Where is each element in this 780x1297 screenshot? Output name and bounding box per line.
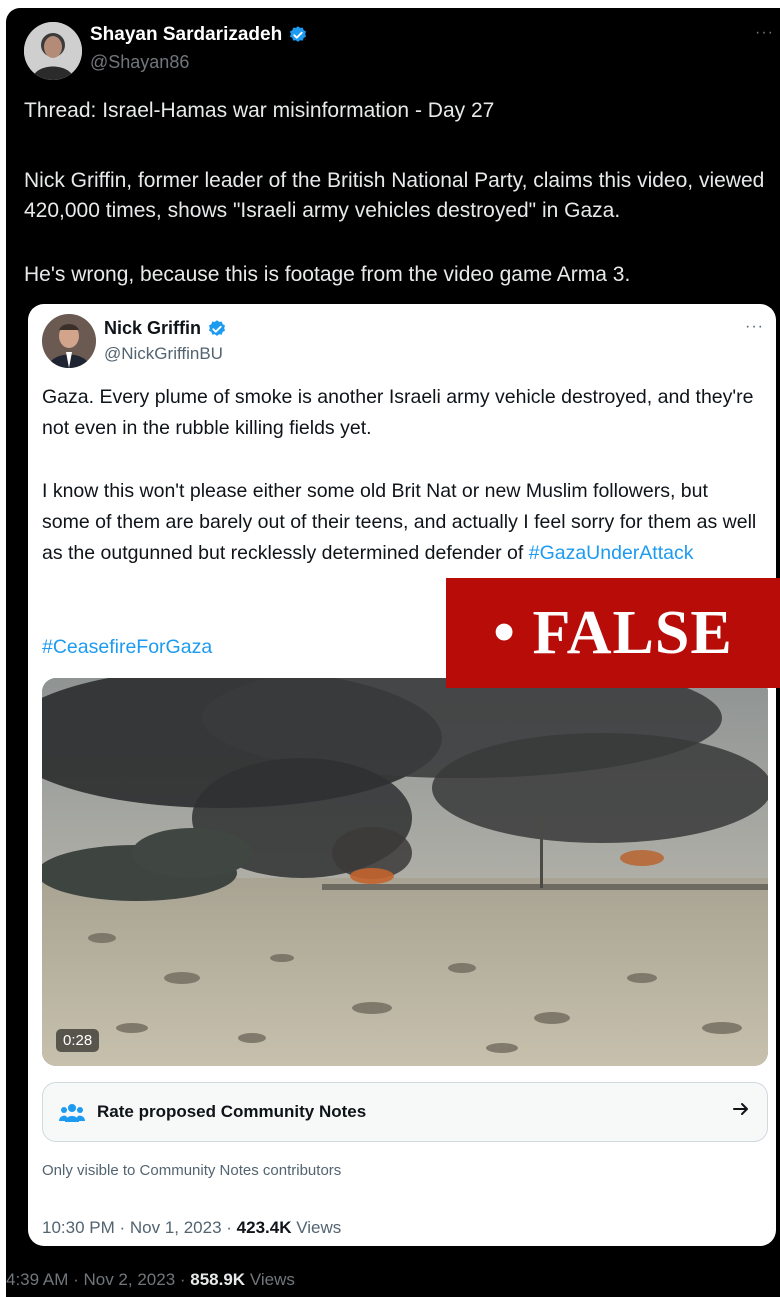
hashtag-link-gaza-under-attack[interactable]: #GazaUnderAttack xyxy=(529,542,694,564)
quoted-text-paragraph-2: I know this won't please either some old… xyxy=(42,480,757,564)
quoted-views-count: 423.4K xyxy=(236,1218,292,1237)
arrow-right-icon xyxy=(733,1103,748,1115)
community-notes-visibility-note: Only visible to Community Notes contribu… xyxy=(42,1162,342,1179)
video-thumbnail xyxy=(42,678,768,1066)
views-count: 858.9K xyxy=(190,1270,246,1289)
verified-badge-icon xyxy=(290,26,307,42)
quoted-author-avatar[interactable] xyxy=(42,314,96,368)
tweet-text-paragraph-1: Thread: Israel-Hamas war misinformation … xyxy=(24,99,495,122)
tweet-timestamp[interactable]: 4:39 AM · Nov 2, 2023 · 858.9K Views xyxy=(6,1270,295,1290)
quoted-tweet-card[interactable]: Nick Griffin @NickGriffinBU ··· Gaza. Ev… xyxy=(28,304,776,1246)
video-duration-badge: 0:28 xyxy=(56,1029,100,1052)
author-avatar[interactable] xyxy=(24,22,82,80)
people-group-icon xyxy=(59,1104,85,1122)
quoted-author-name[interactable]: Nick Griffin xyxy=(104,318,227,339)
false-fact-check-banner: • FALSE xyxy=(446,578,780,688)
video-player[interactable]: 0:28 xyxy=(42,678,768,1066)
verified-badge-icon xyxy=(209,319,226,336)
hashtag-link-ceasefire-for-gaza[interactable]: #CeasefireForGaza xyxy=(42,636,212,658)
quoted-text-paragraph-1: Gaza. Every plume of smoke is another Is… xyxy=(42,386,754,439)
community-notes-label: Rate proposed Community Notes xyxy=(97,1102,367,1121)
more-options-icon[interactable]: ··· xyxy=(755,24,774,42)
rate-community-notes-button[interactable]: Rate proposed Community Notes xyxy=(42,1082,768,1142)
quoted-more-options-icon[interactable]: ··· xyxy=(745,318,764,336)
tweet-text-paragraph-3: He's wrong, because this is footage from… xyxy=(24,263,631,286)
author-name[interactable]: Shayan Sardarizadeh xyxy=(90,24,308,46)
quoted-tweet-timestamp[interactable]: 10:30 PM · Nov 1, 2023 · 423.4K Views xyxy=(42,1218,341,1238)
author-handle[interactable]: @Shayan86 xyxy=(90,52,189,73)
quoted-author-handle[interactable]: @NickGriffinBU xyxy=(104,344,223,364)
tweet-text-paragraph-2: Nick Griffin, former leader of the Briti… xyxy=(24,169,765,222)
